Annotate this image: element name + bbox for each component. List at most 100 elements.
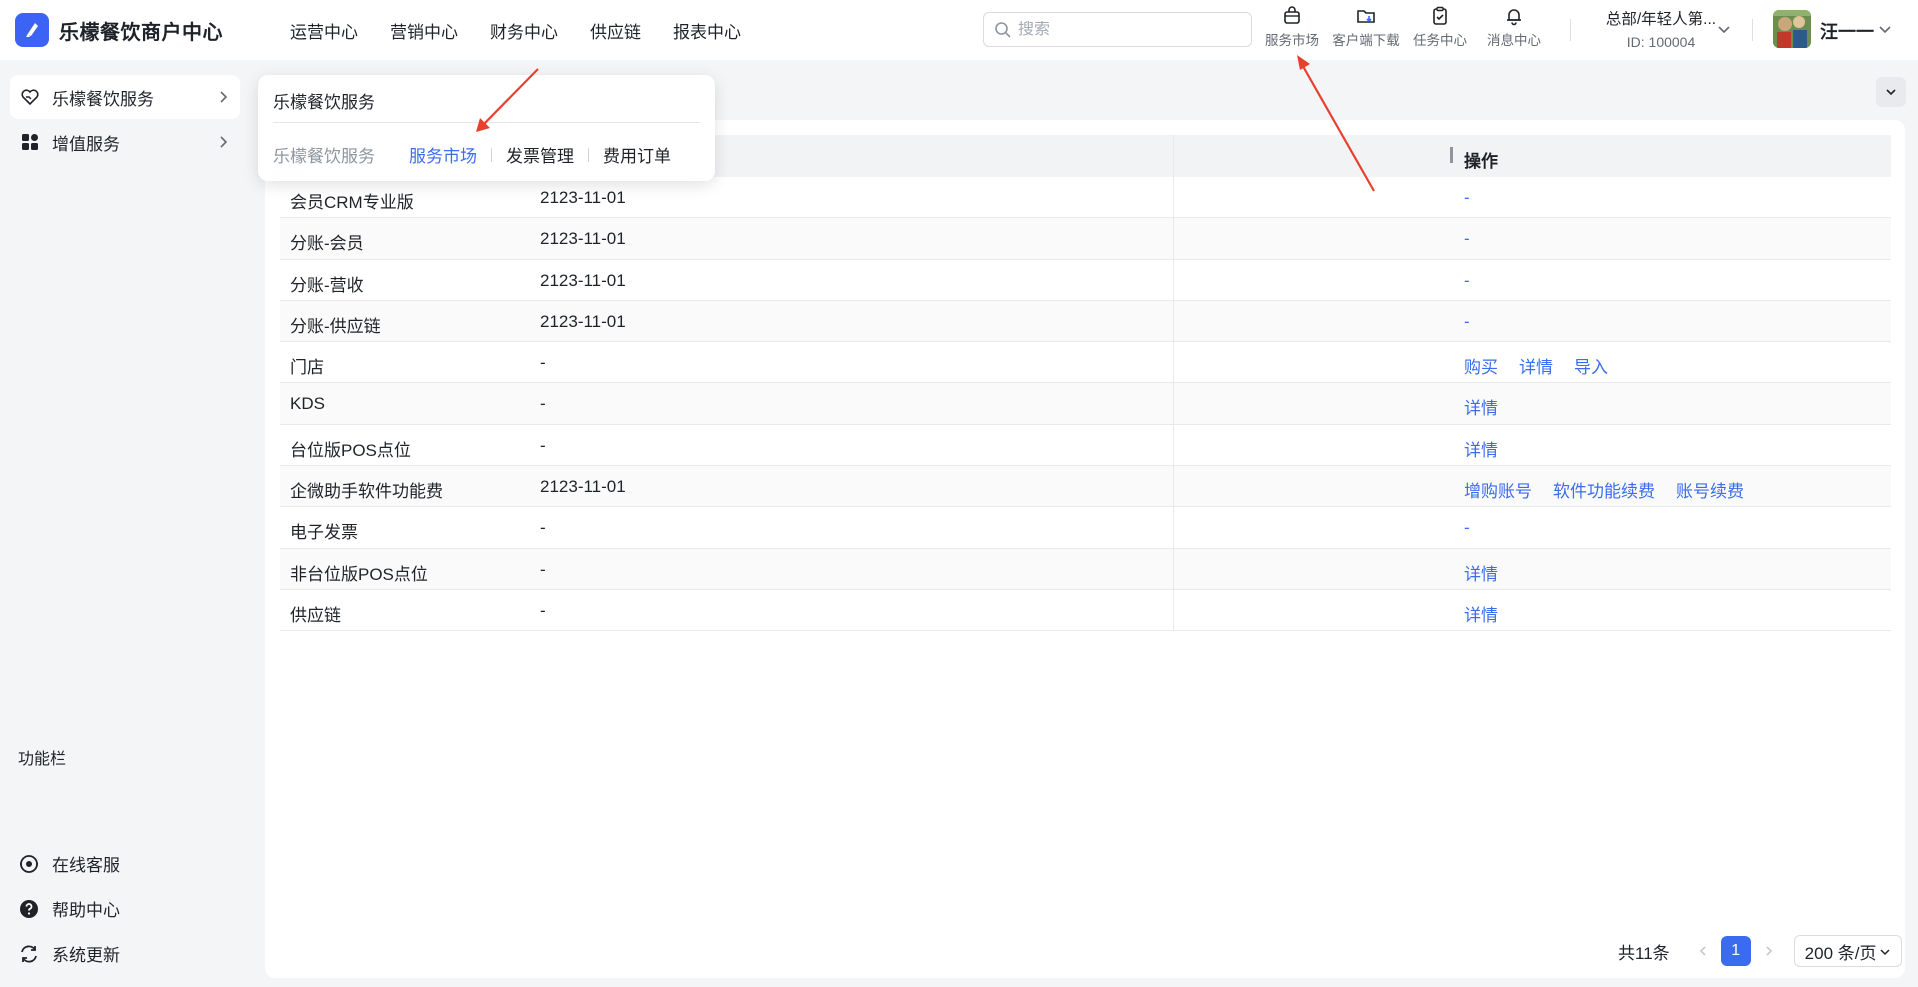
- operation-cell: -: [1464, 229, 1470, 249]
- function-online-support[interactable]: 在线客服: [18, 851, 120, 876]
- service-name-cell: 会员CRM专业版: [290, 193, 414, 212]
- prev-page-button[interactable]: [1688, 936, 1718, 966]
- function-help-center[interactable]: 帮助中心: [18, 896, 120, 921]
- expiry-date-cell: -: [540, 435, 546, 455]
- empty-operation: -: [1464, 518, 1470, 538]
- tool-message-center[interactable]: 消息中心: [1477, 6, 1551, 49]
- action-link[interactable]: 导入: [1574, 353, 1608, 378]
- nav-item-marketing[interactable]: 营销中心: [390, 18, 458, 43]
- function-label: 系统更新: [52, 946, 120, 965]
- service-name-cell: 台位版POS点位: [290, 440, 411, 460]
- collapse-button[interactable]: [1876, 77, 1906, 107]
- top-nav: 运营中心 营销中心 财务中心 供应链 报表中心: [290, 18, 773, 43]
- table-row: 企微助手软件功能费 2123-11-01 增购账号 软件功能续费 账号续费: [280, 466, 1891, 508]
- function-label: 在线客服: [52, 856, 120, 875]
- action-link[interactable]: 详情: [1464, 601, 1498, 626]
- brand-logo-icon: [15, 13, 49, 47]
- service-name-cell: KDS: [290, 394, 325, 414]
- clipboard-check-icon: [1433, 6, 1447, 25]
- popover-title: 乐檬餐饮服务: [273, 93, 375, 112]
- table-row: 电子发票 - -: [280, 507, 1891, 549]
- action-link[interactable]: 详情: [1464, 560, 1498, 585]
- org-id: ID: 100004: [1626, 34, 1696, 50]
- heart-service-icon: [21, 89, 39, 106]
- service-name-cell: 门店: [290, 358, 324, 378]
- popover-tab-service-market[interactable]: 服务市场: [409, 142, 477, 167]
- table-row: 供应链 - 详情: [280, 590, 1891, 632]
- operation-cell: 购买 详情 导入: [1464, 353, 1629, 378]
- service-menu-popover: 乐檬餐饮服务 乐檬餐饮服务 服务市场 发票管理 费用订单: [258, 75, 715, 181]
- nav-item-supply-chain[interactable]: 供应链: [590, 18, 641, 43]
- operation-cell: 详情: [1464, 436, 1519, 461]
- chevron-right-icon: [220, 136, 228, 148]
- search-input[interactable]: [1018, 20, 1238, 39]
- avatar[interactable]: [1773, 10, 1811, 48]
- shopping-bag-icon: [1284, 6, 1300, 24]
- header-divider: [1570, 19, 1571, 41]
- tool-task-center[interactable]: 任务中心: [1403, 6, 1477, 49]
- service-name-cell: 分账-营收: [290, 275, 364, 295]
- popover-tabs: 乐檬餐饮服务 服务市场 发票管理 费用订单: [273, 142, 671, 167]
- action-link[interactable]: 购买: [1464, 353, 1498, 378]
- expiry-date-cell: -: [540, 600, 546, 620]
- service-name-cell: 企微助手软件功能费: [290, 482, 443, 502]
- action-link[interactable]: 详情: [1464, 394, 1498, 419]
- service-name-cell: 非台位版POS点位: [290, 564, 428, 584]
- expiry-date-cell: -: [540, 559, 546, 579]
- bell-icon: [1507, 9, 1521, 26]
- action-link[interactable]: 软件功能续费: [1553, 477, 1655, 502]
- brand-name: 乐檬餐饮商户中心: [59, 21, 223, 44]
- action-link[interactable]: 增购账号: [1464, 477, 1532, 502]
- brand[interactable]: 乐檬餐饮商户中心: [15, 13, 255, 47]
- table-body: 会员CRM专业版 2123-11-01- 分账-会员 2123-11-01- 分账-营收…: [280, 177, 1891, 632]
- search-box[interactable]: [983, 12, 1252, 47]
- page-number-button[interactable]: 1: [1720, 936, 1751, 966]
- table-row: 非台位版POS点位 - 详情: [280, 548, 1891, 590]
- nav-item-operations[interactable]: 运营中心: [290, 18, 358, 43]
- popover-tab-invoice-management[interactable]: 发票管理: [506, 142, 574, 167]
- service-name-cell: 供应链: [290, 605, 341, 625]
- action-link[interactable]: 账号续费: [1676, 477, 1744, 502]
- service-name-cell: 分账-供应链: [290, 316, 381, 336]
- action-link[interactable]: 详情: [1519, 353, 1553, 378]
- next-page-button[interactable]: [1754, 936, 1784, 966]
- function-system-update[interactable]: 系统更新: [18, 941, 120, 966]
- sidebar-item-lemeng-service[interactable]: 乐檬餐饮服务: [10, 75, 240, 119]
- tool-client-download[interactable]: 客户端下载: [1329, 6, 1403, 49]
- expiry-date-cell: -: [540, 394, 546, 414]
- column-resize-handle[interactable]: [1450, 147, 1453, 163]
- expiry-date-cell: 2123-11-01: [540, 477, 626, 497]
- nav-item-reports[interactable]: 报表中心: [673, 18, 741, 43]
- divider: [491, 147, 492, 162]
- user-name[interactable]: 汪一一: [1820, 18, 1874, 44]
- column-divider: [1173, 135, 1174, 631]
- table-row: 分账-供应链 2123-11-01 -: [280, 300, 1891, 343]
- empty-operation: -: [1464, 270, 1470, 290]
- headset-icon: [20, 854, 38, 873]
- expiry-date-cell: -: [540, 353, 546, 373]
- function-label: 帮助中心: [52, 901, 120, 920]
- org-switcher[interactable]: 总部/年轻人第... ID: 100004: [1586, 7, 1736, 50]
- page-size-select[interactable]: 200 条/页: [1793, 935, 1902, 967]
- sidebar-item-value-added[interactable]: 增值服务: [10, 120, 240, 164]
- tool-service-market[interactable]: 服务市场: [1255, 6, 1329, 49]
- action-link[interactable]: 详情: [1464, 436, 1498, 461]
- operation-cell: -: [1464, 312, 1470, 332]
- page-size-value: 200 条/页: [1804, 943, 1877, 963]
- apps-grid-icon: [22, 134, 38, 150]
- empty-operation: -: [1464, 229, 1470, 249]
- nav-item-finance[interactable]: 财务中心: [490, 18, 558, 43]
- operation-cell: -: [1464, 271, 1470, 291]
- tool-label: 任务中心: [1413, 33, 1467, 48]
- tool-label: 客户端下载: [1332, 33, 1400, 48]
- table-row: 分账-营收 2123-11-01 -: [280, 260, 1891, 301]
- sidebar: 乐檬餐饮服务 增值服务: [0, 60, 250, 987]
- expiry-date-cell: 2123-11-01: [540, 311, 626, 331]
- chevron-down-icon[interactable]: [1716, 22, 1732, 38]
- refresh-icon: [21, 945, 37, 962]
- chevron-down-icon[interactable]: [1877, 22, 1893, 38]
- popover-tab-fee-orders[interactable]: 费用订单: [603, 142, 671, 167]
- function-bar-title: 功能栏: [18, 751, 67, 768]
- operation-cell: -: [1464, 518, 1470, 538]
- operation-cell: 增购账号 软件功能续费 账号续费: [1464, 477, 1765, 502]
